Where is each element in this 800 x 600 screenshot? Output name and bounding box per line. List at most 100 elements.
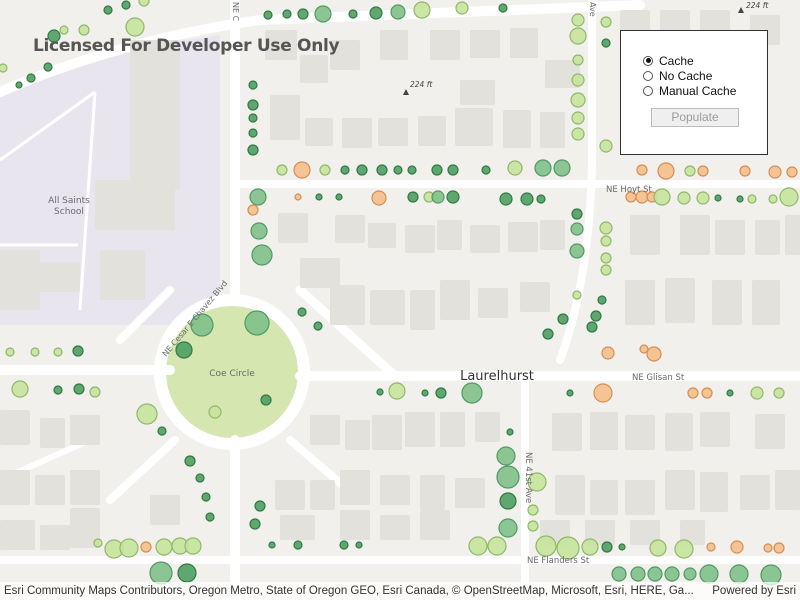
tree-point-light[interactable] (136, 403, 158, 425)
tree-point-light[interactable] (600, 264, 612, 276)
tree-point-orange[interactable] (687, 387, 699, 399)
tree-point-dark[interactable] (618, 543, 626, 551)
tree-point-dark[interactable] (498, 3, 508, 13)
tree-point-dark[interactable] (571, 208, 583, 220)
tree-point-light[interactable] (569, 27, 587, 45)
tree-point-dark[interactable] (249, 518, 261, 530)
tree-point-light[interactable] (599, 221, 613, 235)
tree-point-mid[interactable] (249, 188, 267, 206)
tree-point-dark[interactable] (43, 62, 53, 72)
tree-point-mid[interactable] (244, 310, 270, 336)
tree-point-dark[interactable] (73, 383, 85, 395)
tree-point-light[interactable] (600, 16, 612, 28)
tree-point-dark[interactable] (26, 73, 36, 83)
tree-point-orange[interactable] (646, 346, 662, 362)
tree-point-dark[interactable] (260, 394, 272, 406)
tree-point-dark[interactable] (195, 473, 205, 483)
radio-cache[interactable]: Cache (643, 53, 694, 68)
tree-point-light[interactable] (413, 1, 431, 19)
tree-point-mid[interactable] (251, 244, 273, 266)
tree-point-mid[interactable] (496, 465, 520, 489)
radio-button[interactable] (643, 85, 653, 96)
tree-point-dark[interactable] (201, 492, 211, 502)
radio-no-cache[interactable]: No Cache (643, 68, 712, 83)
tree-point-dark[interactable] (297, 8, 309, 20)
tree-point-orange[interactable] (247, 204, 259, 216)
tree-point-dark[interactable] (157, 426, 167, 436)
tree-point-light[interactable] (571, 111, 585, 125)
tree-point-dark[interactable] (348, 9, 358, 19)
radio-button[interactable] (643, 70, 653, 81)
tree-point-dark[interactable] (263, 10, 273, 20)
tree-point-mid[interactable] (569, 243, 585, 259)
tree-point-light[interactable] (571, 73, 585, 87)
tree-point-dark[interactable] (248, 113, 258, 123)
tree-point-mid[interactable] (534, 159, 552, 177)
tree-point-light[interactable] (600, 252, 612, 264)
tree-point-dark[interactable] (315, 193, 323, 201)
tree-point-light[interactable] (138, 0, 150, 7)
tree-point-light[interactable] (696, 191, 710, 205)
tree-point-dark[interactable] (15, 81, 23, 89)
tree-point-orange[interactable] (730, 540, 744, 554)
tree-point-dark[interactable] (421, 389, 429, 397)
tree-point-dark[interactable] (340, 165, 350, 175)
tree-point-mid[interactable] (664, 566, 680, 582)
tree-point-dark[interactable] (393, 165, 403, 175)
tree-point-light[interactable] (649, 539, 667, 557)
tree-point-mid[interactable] (496, 446, 516, 466)
tree-point-dark[interactable] (335, 193, 343, 201)
tree-point-light[interactable] (155, 538, 173, 556)
tree-point-light[interactable] (125, 17, 145, 37)
tree-point-dark[interactable] (355, 541, 363, 549)
tree-point-mid[interactable] (390, 4, 406, 20)
tree-point-mid[interactable] (630, 566, 646, 582)
tree-point-dark[interactable] (435, 387, 447, 399)
tree-point-dark[interactable] (369, 6, 383, 20)
tree-point-orange[interactable] (293, 161, 311, 179)
tree-point-dark[interactable] (714, 194, 722, 202)
tree-point-orange[interactable] (786, 166, 798, 178)
tree-point-orange[interactable] (639, 344, 649, 354)
tree-point-orange[interactable] (697, 165, 709, 177)
tree-point-light[interactable] (677, 191, 691, 205)
tree-point-dark[interactable] (297, 307, 307, 317)
tree-point-orange[interactable] (294, 193, 302, 201)
tree-point-orange[interactable] (706, 542, 716, 552)
tree-point-mid[interactable] (461, 382, 483, 404)
tree-point-dark[interactable] (542, 328, 554, 340)
tree-point-dark[interactable] (248, 128, 258, 138)
radio-button[interactable] (643, 55, 653, 66)
tree-point-light[interactable] (468, 536, 488, 556)
tree-point-dark[interactable] (247, 144, 259, 156)
tree-point-light[interactable] (581, 538, 599, 556)
tree-point-mid[interactable] (149, 561, 173, 585)
tree-point-dark[interactable] (536, 194, 546, 204)
tree-point-light[interactable] (570, 92, 586, 108)
tree-point-orange[interactable] (763, 543, 773, 553)
tree-point-mid[interactable] (431, 190, 445, 204)
tree-point-light[interactable] (59, 25, 69, 35)
tree-point-light[interactable] (319, 164, 331, 176)
tree-point-dark[interactable] (506, 428, 514, 436)
tree-point-dark[interactable] (376, 388, 384, 396)
tree-point-mid[interactable] (647, 566, 663, 582)
tree-point-dark[interactable] (557, 313, 569, 325)
tree-point-light[interactable] (535, 535, 557, 557)
tree-point-light[interactable] (487, 536, 507, 556)
tree-point-light[interactable] (653, 188, 671, 206)
tree-point-dark[interactable] (293, 540, 303, 550)
tree-point-mid[interactable] (250, 222, 268, 240)
tree-point-light[interactable] (750, 386, 764, 400)
tree-point-mid[interactable] (570, 222, 584, 236)
tree-point-mid[interactable] (699, 564, 719, 584)
tree-point-dark[interactable] (268, 541, 276, 549)
tree-point-dark[interactable] (431, 164, 443, 176)
tree-point-light[interactable] (11, 380, 29, 398)
tree-point-light[interactable] (30, 347, 40, 357)
radio-manual-cache[interactable]: Manual Cache (643, 83, 736, 98)
tree-point-mid[interactable] (683, 567, 697, 581)
tree-point-dark[interactable] (53, 385, 63, 395)
tree-point-light[interactable] (572, 290, 582, 300)
tree-point-light[interactable] (78, 24, 90, 36)
